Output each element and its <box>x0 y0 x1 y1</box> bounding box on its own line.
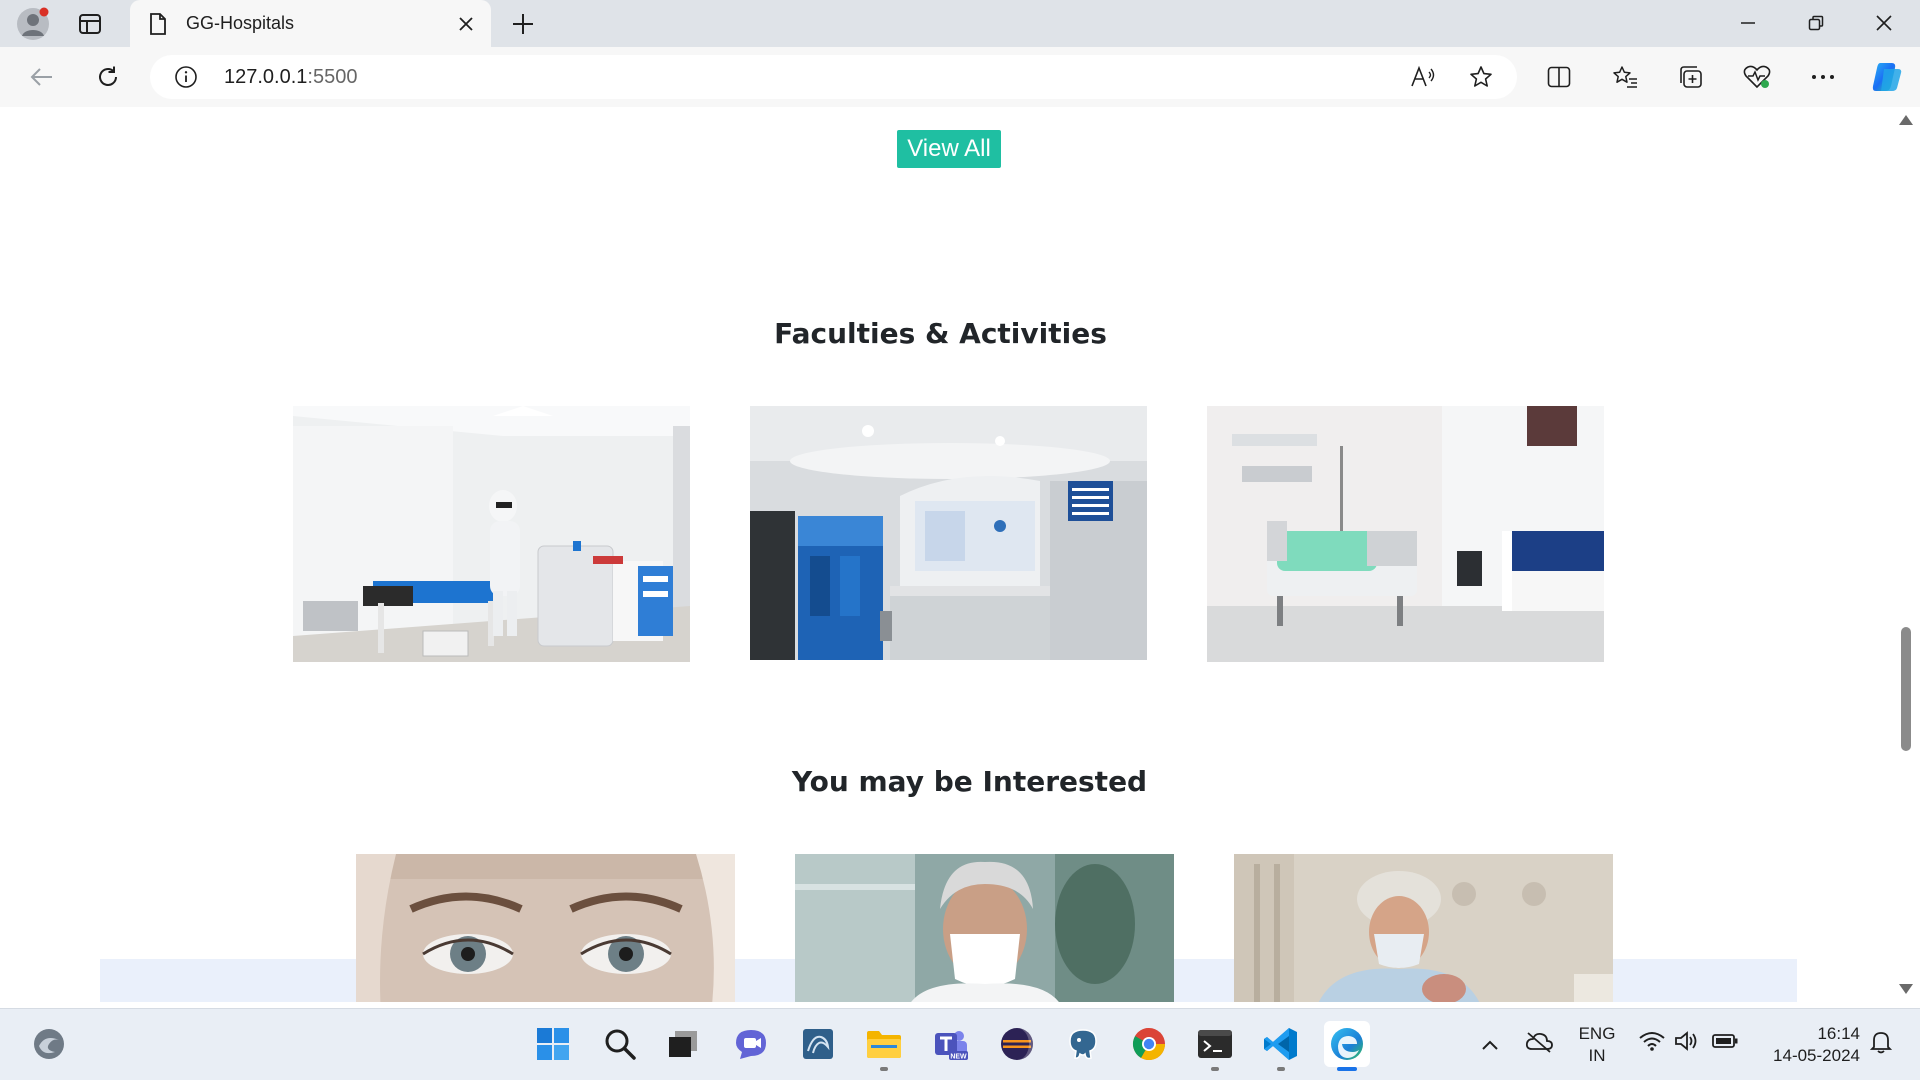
interested-section-title: You may be Interested <box>791 765 1148 798</box>
url-host: 127.0.0.1 <box>224 66 308 88</box>
interest-image-doctor-mask <box>795 854 1174 1002</box>
lang-code: ENG <box>1578 1024 1616 1043</box>
scroll-up-arrow-icon[interactable] <box>1899 115 1913 125</box>
battery-icon[interactable] <box>1710 1027 1740 1055</box>
close-tab-icon[interactable] <box>452 10 480 38</box>
teams-chat-icon[interactable] <box>728 1021 774 1067</box>
view-all-button[interactable]: View All <box>897 130 1001 168</box>
scroll-down-arrow-icon[interactable] <box>1899 984 1913 994</box>
search-icon[interactable] <box>597 1021 643 1067</box>
windows-taskbar: NEW ENG IN 16:14 14-05-2024 <box>0 1008 1920 1080</box>
lang-region: IN <box>1588 1046 1606 1065</box>
running-indicator <box>880 1067 888 1071</box>
collections-icon[interactable] <box>1670 57 1712 97</box>
teams-new-icon[interactable]: NEW <box>928 1021 974 1067</box>
volume-icon[interactable] <box>1672 1027 1700 1055</box>
faculties-section-title: Faculties & Activities <box>774 317 1107 350</box>
svg-text:NEW: NEW <box>950 1054 967 1061</box>
active-tab[interactable]: GG-Hospitals <box>130 0 491 47</box>
clock-date: 14-05-2024 <box>1773 1046 1860 1065</box>
minimize-icon[interactable] <box>1728 6 1768 40</box>
show-hidden-icons-chevron-icon[interactable] <box>1478 1033 1502 1057</box>
interest-image-surgeon <box>1234 854 1613 1002</box>
start-windows-icon[interactable] <box>530 1021 576 1067</box>
page-document-icon <box>148 12 172 36</box>
file-explorer-icon[interactable] <box>861 1021 907 1071</box>
scrollbar-thumb[interactable] <box>1901 627 1911 751</box>
task-view-icon[interactable] <box>660 1021 706 1067</box>
active-indicator <box>1337 1067 1357 1071</box>
site-info-icon[interactable] <box>174 65 198 89</box>
page-viewport: View All Faculties & Activities You may … <box>6 107 1895 1002</box>
profile-avatar-icon[interactable] <box>14 6 52 42</box>
system-clock[interactable]: 16:14 14-05-2024 <box>1750 1023 1860 1067</box>
vscode-icon[interactable] <box>1258 1021 1304 1071</box>
restore-window-icon[interactable] <box>1796 6 1836 40</box>
input-language-indicator[interactable]: ENG IN <box>1572 1023 1622 1067</box>
browser-toolbar: 127.0.0.1:5500 <box>0 47 1920 107</box>
read-aloud-icon[interactable] <box>1408 63 1438 91</box>
interest-image-eyes <box>356 854 735 1002</box>
chrome-icon[interactable] <box>1126 1021 1172 1067</box>
reload-icon[interactable] <box>88 57 128 97</box>
onedrive-offline-icon[interactable] <box>1524 1027 1554 1057</box>
tab-actions-icon[interactable] <box>70 8 110 40</box>
page-scrollbar[interactable] <box>1896 107 1916 1002</box>
facility-image-lab <box>293 406 690 662</box>
url-text: 127.0.0.1:5500 <box>224 66 357 89</box>
browser-essentials-icon[interactable] <box>1736 57 1778 97</box>
edge-icon[interactable] <box>1324 1021 1370 1071</box>
postgresql-icon[interactable] <box>1060 1021 1106 1067</box>
running-indicator <box>1211 1067 1219 1071</box>
running-indicator <box>1277 1067 1285 1071</box>
url-port: :5500 <box>307 66 358 88</box>
close-window-icon[interactable] <box>1864 6 1904 40</box>
clock-time: 16:14 <box>1817 1024 1860 1043</box>
eclipse-ide-icon[interactable] <box>994 1021 1040 1067</box>
facility-image-patient-room <box>1207 406 1604 662</box>
terminal-icon[interactable] <box>1192 1021 1238 1071</box>
favorites-list-icon[interactable] <box>1604 57 1646 97</box>
widgets-icon[interactable] <box>26 1021 72 1067</box>
more-options-icon[interactable] <box>1802 57 1844 97</box>
mysql-workbench-icon[interactable] <box>795 1021 841 1067</box>
tab-bar: GG-Hospitals <box>0 0 1920 47</box>
notification-bell-icon[interactable] <box>1866 1027 1896 1057</box>
back-arrow-icon[interactable] <box>22 57 62 97</box>
address-bar[interactable]: 127.0.0.1:5500 <box>150 55 1517 99</box>
add-favorite-star-icon[interactable] <box>1466 63 1496 91</box>
facility-image-reception <box>750 406 1147 660</box>
split-screen-icon[interactable] <box>1538 57 1580 97</box>
new-tab-plus-icon[interactable] <box>506 8 540 40</box>
tab-title: GG-Hospitals <box>186 13 295 33</box>
copilot-icon[interactable] <box>1866 57 1908 97</box>
wifi-icon[interactable] <box>1638 1027 1666 1055</box>
